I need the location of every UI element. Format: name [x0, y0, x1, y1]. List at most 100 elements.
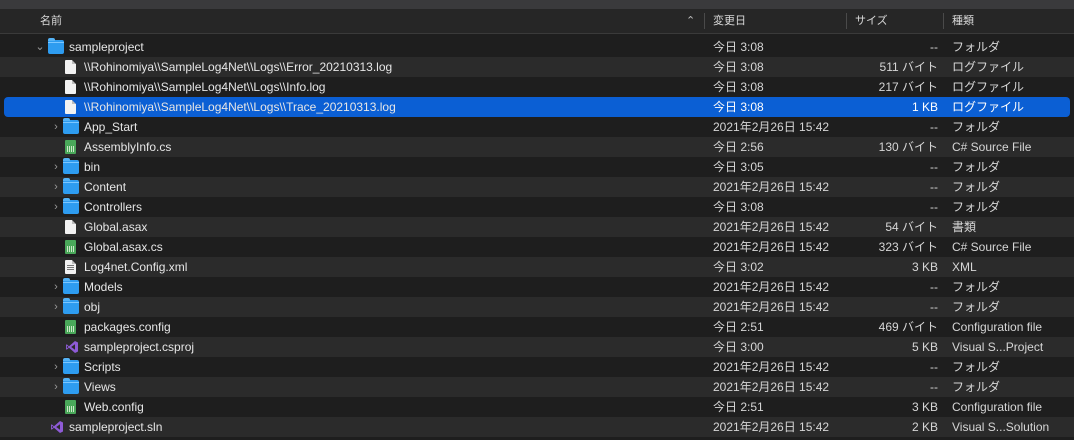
column-divider[interactable]: [704, 13, 705, 29]
disclosure-collapsed-icon[interactable]: ›: [50, 117, 62, 137]
document-icon: [65, 220, 76, 234]
file-kind: フォルダ: [952, 180, 1001, 194]
file-size: --: [930, 380, 938, 394]
file-row[interactable]: Log4net.Config.xml 今日 3:02 3 KB XML: [0, 257, 1074, 277]
folder-icon: [63, 298, 79, 314]
file-row[interactable]: › App_Start 2021年2月26日 15:42 -- フォルダ: [0, 117, 1074, 137]
folder-icon: [63, 178, 79, 194]
file-row[interactable]: › Models 2021年2月26日 15:42 -- フォルダ: [0, 277, 1074, 297]
file-row[interactable]: Web.config 今日 2:51 3 KB Configuration file: [0, 397, 1074, 417]
csharp-file-icon: [65, 320, 76, 334]
disclosure-expanded-icon[interactable]: ⌄: [34, 37, 46, 57]
modified-date: 今日 2:51: [713, 400, 764, 414]
file-size: 3 KB: [911, 400, 938, 414]
modified-date: 2021年2月26日 15:42: [713, 280, 830, 294]
file-kind: フォルダ: [952, 360, 1001, 374]
file-row[interactable]: Global.asax.cs 2021年2月26日 15:42 323 バイト C# …: [0, 237, 1074, 257]
folder-icon: [63, 358, 79, 374]
file-size: --: [930, 160, 938, 174]
modified-date: 2021年2月26日 15:42: [713, 360, 830, 374]
file-row[interactable]: \\Rohinomiya\\SampleLog4Net\\Logs\\Info.…: [0, 77, 1074, 97]
modified-date: 2021年2月26日 15:42: [713, 180, 830, 194]
file-size: 323 バイト: [878, 240, 938, 254]
csharp-file-icon: [65, 140, 76, 154]
file-row[interactable]: \\Rohinomiya\\SampleLog4Net\\Logs\\Error…: [0, 57, 1074, 77]
file-name: Global.asax: [84, 220, 148, 234]
file-name: Controllers: [84, 200, 143, 214]
folder-icon: [63, 278, 79, 294]
folder-icon: [63, 198, 79, 214]
disclosure-collapsed-icon[interactable]: ›: [50, 297, 62, 317]
disclosure-collapsed-icon[interactable]: ›: [50, 377, 62, 397]
folder-icon: [48, 38, 64, 54]
disclosure-collapsed-icon[interactable]: ›: [50, 157, 62, 177]
file-list: ⌄ sampleproject 今日 3:08 -- フォルダ \\Rohinomiya\…: [0, 37, 1074, 437]
file-name: bin: [84, 160, 101, 174]
file-row[interactable]: sampleproject.csproj 今日 3:00 5 KB Visual S.…: [0, 337, 1074, 357]
file-row[interactable]: › Scripts 2021年2月26日 15:42 -- フォルダ: [0, 357, 1074, 377]
modified-date: 今日 2:51: [713, 320, 764, 334]
disclosure-collapsed-icon[interactable]: ›: [50, 197, 62, 217]
file-row[interactable]: sampleproject.sln 2021年2月26日 15:42 2 KB Vis…: [0, 417, 1074, 437]
column-divider[interactable]: [943, 13, 944, 29]
file-row[interactable]: › bin 今日 3:05 -- フォルダ: [0, 157, 1074, 177]
file-name: obj: [84, 300, 101, 314]
file-size: 217 バイト: [878, 80, 938, 94]
disclosure-collapsed-icon[interactable]: ›: [50, 357, 62, 377]
file-size: 1 KB: [911, 100, 938, 114]
xml-file-icon: [65, 260, 76, 274]
file-row[interactable]: \\Rohinomiya\\SampleLog4Net\\Logs\\Trace…: [4, 97, 1070, 117]
modified-date: 今日 3:08: [713, 60, 764, 74]
modified-date: 今日 3:05: [713, 160, 764, 174]
file-kind: ログファイル: [952, 100, 1025, 114]
sort-ascending-icon[interactable]: ⌃: [686, 9, 695, 33]
name-column-header[interactable]: 名前: [40, 9, 62, 33]
file-row[interactable]: › obj 2021年2月26日 15:42 -- フォルダ: [0, 297, 1074, 317]
csharp-file-icon: [65, 240, 76, 254]
file-size: 54 バイト: [885, 220, 938, 234]
file-kind: Visual S...Project: [952, 340, 1044, 354]
file-size: 5 KB: [911, 340, 938, 354]
file-size: --: [930, 180, 938, 194]
file-row[interactable]: › Views 2021年2月26日 15:42 -- フォルダ: [0, 377, 1074, 397]
file-row[interactable]: AssemblyInfo.cs 今日 2:56 130 バイト C# Source F…: [0, 137, 1074, 157]
kind-column-header[interactable]: 種類: [952, 9, 974, 33]
disclosure-collapsed-icon[interactable]: ›: [50, 277, 62, 297]
file-row[interactable]: › Content 2021年2月26日 15:42 -- フォルダ: [0, 177, 1074, 197]
file-size: --: [930, 300, 938, 314]
file-kind: C# Source File: [952, 240, 1032, 254]
file-kind: フォルダ: [952, 160, 1001, 174]
file-row[interactable]: packages.config 今日 2:51 469 バイト Configurati…: [0, 317, 1074, 337]
document-icon: [65, 100, 76, 114]
file-size: --: [930, 200, 938, 214]
size-column-header[interactable]: サイズ: [855, 9, 888, 33]
file-row[interactable]: › Controllers 今日 3:08 -- フォルダ: [0, 197, 1074, 217]
file-row[interactable]: Global.asax 2021年2月26日 15:42 54 バイト 書類: [0, 217, 1074, 237]
file-size: --: [930, 40, 938, 54]
date-column-header[interactable]: 変更日: [713, 9, 746, 33]
file-name: Scripts: [84, 360, 121, 374]
folder-icon: [63, 118, 79, 134]
visual-studio-icon: [50, 420, 64, 434]
file-kind: ログファイル: [952, 60, 1025, 74]
column-divider[interactable]: [846, 13, 847, 29]
file-kind: フォルダ: [952, 40, 1001, 54]
file-kind: フォルダ: [952, 200, 1001, 214]
disclosure-collapsed-icon[interactable]: ›: [50, 177, 62, 197]
file-name: Content: [84, 180, 127, 194]
file-name: App_Start: [84, 120, 138, 134]
file-name: Web.config: [84, 400, 144, 414]
window-top-strip: [0, 0, 1074, 9]
file-kind: XML: [952, 260, 977, 274]
document-icon: [65, 60, 76, 74]
file-name: sampleproject.csproj: [84, 340, 195, 354]
file-size: 511 バイト: [879, 60, 938, 74]
file-size: --: [930, 280, 938, 294]
file-kind: ログファイル: [952, 80, 1025, 94]
file-name: sampleproject: [69, 40, 144, 54]
modified-date: 2021年2月26日 15:42: [713, 420, 830, 434]
file-name: \\Rohinomiya\\SampleLog4Net\\Logs\\Info.…: [84, 80, 326, 94]
file-row[interactable]: ⌄ sampleproject 今日 3:08 -- フォルダ: [0, 37, 1074, 57]
visual-studio-icon: [65, 340, 79, 354]
file-kind: Configuration file: [952, 400, 1043, 414]
